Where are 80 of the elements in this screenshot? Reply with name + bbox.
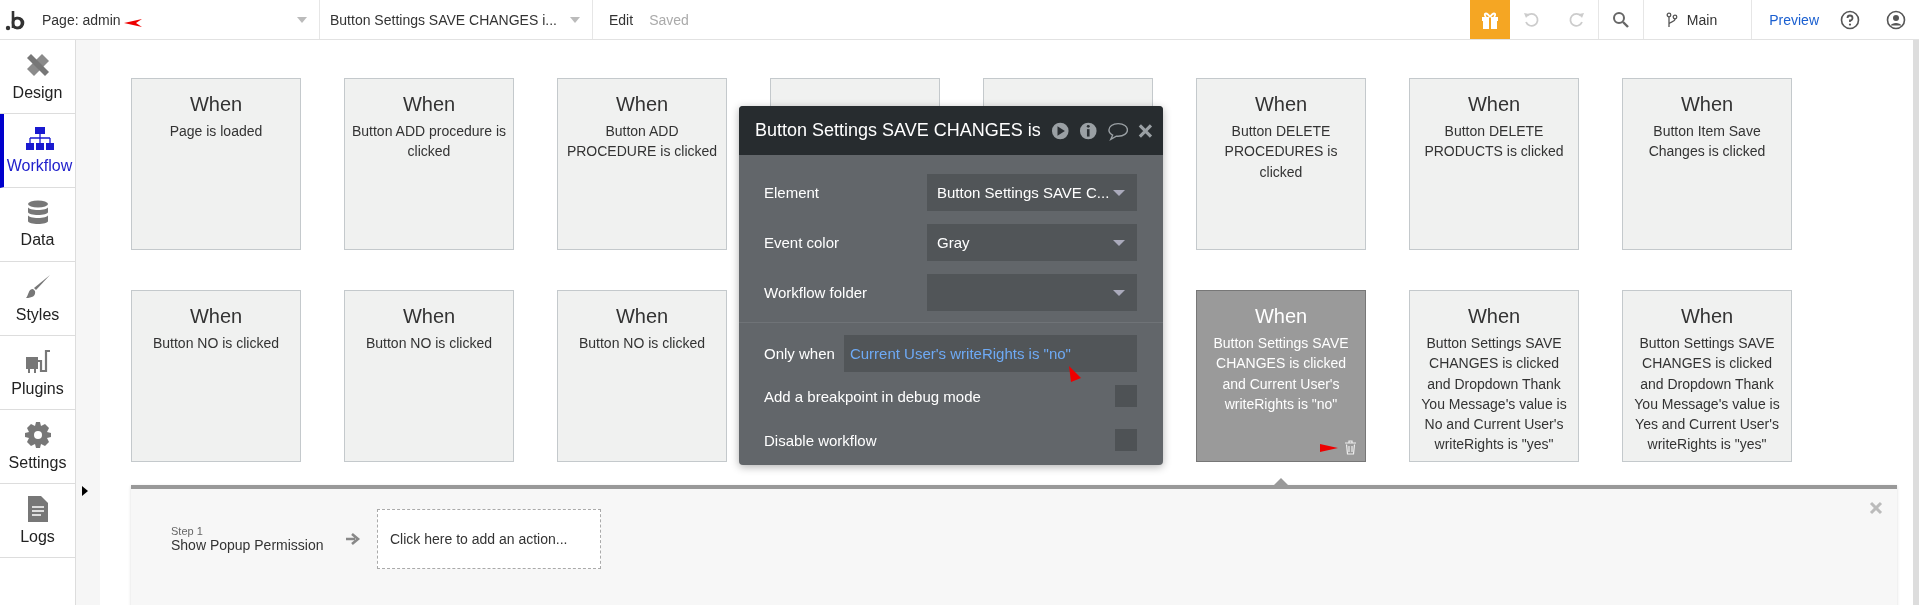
card-text: Button NO is clicked: [365, 334, 493, 353]
sidebar-tab[interactable]: Styles: [0, 262, 75, 336]
option-label: Disable workflow: [764, 431, 878, 449]
caret-icon: [1113, 290, 1125, 296]
card-text: Button ADD procedure is clicked: [351, 122, 507, 162]
step-name[interactable]: Show Popup Permission: [171, 537, 331, 553]
workflow-event-card[interactable]: When Button NO is clicked: [344, 290, 514, 462]
page-dropdown[interactable]: Page: admin: [32, 0, 320, 39]
plug-icon: [23, 347, 52, 375]
caret-icon: [1113, 190, 1125, 196]
expand-arrow-icon[interactable]: [82, 486, 88, 496]
card-title: When: [402, 92, 456, 117]
workflow-event-card[interactable]: When Button ADD procedure is clicked: [344, 78, 514, 250]
card-title: When: [189, 92, 243, 117]
card-text: Button DELETE PROCEDURES is clicked: [1223, 122, 1339, 182]
field-label: Workflow folder: [764, 284, 869, 301]
sidebar-tab[interactable]: Plugins: [0, 336, 75, 410]
card-title: When: [1467, 92, 1521, 117]
add-action-button[interactable]: Click here to add an action...: [377, 509, 601, 569]
card-title: When: [189, 304, 243, 329]
workflow-event-card[interactable]: When Button NO is clicked: [131, 290, 301, 462]
card-title: When: [1254, 92, 1308, 117]
brush-icon: [23, 273, 52, 301]
card-text: Button NO is clicked: [578, 334, 706, 353]
card-text: Button ADD PROCEDURE is clicked: [565, 122, 719, 162]
card-text: Button DELETE PRODUCTS is clicked: [1423, 122, 1565, 162]
edit-menu[interactable]: Edit: [609, 11, 634, 28]
hierarchy-icon: [24, 126, 55, 152]
workflow-event-card[interactable]: When Page is loaded: [131, 78, 301, 250]
annotation-arrow: [1069, 366, 1081, 382]
document-icon: [26, 495, 49, 523]
workflow-event-card[interactable]: When Button Item Save Changes is clicked: [1622, 78, 1792, 250]
sidebar-tab[interactable]: Data: [0, 188, 75, 262]
caret-icon: [297, 17, 307, 23]
close-icon[interactable]: [1138, 122, 1153, 139]
card-title: When: [615, 92, 669, 117]
workflow-event-card[interactable]: When Button Settings SAVE CHANGES is clicked and Dropdown Thank You Message's value is No and Current User's writeRights is "yes": [1409, 290, 1579, 462]
play-icon[interactable]: [1050, 120, 1070, 141]
card-title: When: [1254, 304, 1308, 329]
branch-icon: [1665, 11, 1678, 28]
sidebar-tab[interactable]: Logs: [0, 484, 75, 558]
dropdown[interactable]: Button Settings SAVE C...: [927, 174, 1137, 211]
card-text: Button Settings SAVE CHANGES is clicked and Dropdown Thank You Message's value is Yes and Current User's writeRights is "yes": [1633, 334, 1781, 455]
card-text: Button Item Save Changes is clicked: [1647, 122, 1767, 162]
step-number: Step 1: [171, 525, 204, 537]
settings-icon: [23, 421, 52, 449]
card-title: When: [1467, 304, 1521, 329]
preview-link[interactable]: Preview: [1769, 11, 1819, 28]
field-label: Element: [764, 184, 821, 201]
comment-icon[interactable]: [1107, 120, 1129, 141]
workflow-event-card[interactable]: When Button DELETE PROCEDURES is clicked: [1196, 78, 1366, 250]
card-title: When: [615, 304, 669, 329]
sidebar-tab[interactable]: Settings: [0, 410, 75, 484]
save-status: Saved: [649, 11, 689, 28]
annotation-arrow: [123, 17, 142, 28]
dropdown[interactable]: Gray: [927, 224, 1137, 261]
workflow-dropdown[interactable]: Button Settings SAVE CHANGES i...: [320, 0, 593, 39]
workflow-event-card[interactable]: When Button ADD PROCEDURE is clicked: [557, 78, 727, 250]
card-text: Button NO is clicked: [152, 334, 280, 353]
card-title: When: [1680, 92, 1734, 117]
database-icon: [26, 200, 49, 226]
field-label: Only when: [764, 345, 835, 362]
card-text: Button Settings SAVE CHANGES is clicked and Dropdown Thank You Message's value is No and Current User's writeRights is "yes": [1420, 334, 1568, 455]
workflow-event-card[interactable]: When Button DELETE PRODUCTS is clicked: [1409, 78, 1579, 250]
annotation-arrow: [1320, 442, 1338, 453]
caret-icon: [1113, 240, 1125, 246]
popup-title: Button Settings SAVE CHANGES is: [755, 120, 1041, 141]
branch-selector[interactable]: Main: [1686, 11, 1718, 28]
option-label: Add a breakpoint in debug mode: [764, 387, 982, 405]
card-text: Page is loaded: [169, 122, 263, 141]
field-label: Event color: [764, 234, 841, 251]
sidebar-tab[interactable]: Design: [0, 40, 75, 114]
card-text: Button Settings SAVE CHANGES is clicked and Current User's writeRights is "no": [1212, 334, 1350, 414]
caret-icon: [570, 17, 580, 23]
info-icon[interactable]: [1079, 120, 1098, 141]
workflow-event-card[interactable]: When Button NO is clicked: [557, 290, 727, 462]
arrow-right-icon: [345, 532, 361, 546]
workflow-event-card[interactable]: When Button Settings SAVE CHANGES is clicked and Dropdown Thank You Message's value is Yes and Current User's writeRights is "yes": [1622, 290, 1792, 462]
card-title: When: [402, 304, 456, 329]
card-title: When: [1680, 304, 1734, 329]
